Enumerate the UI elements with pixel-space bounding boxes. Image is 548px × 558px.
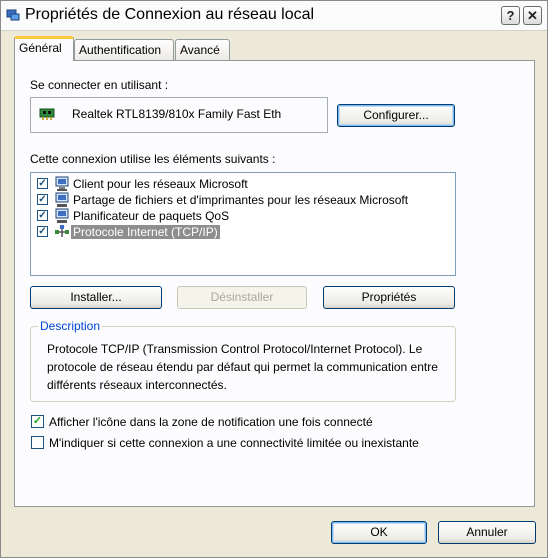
window-title: Propriétés de Connexion au réseau local <box>25 6 315 23</box>
cancel-button[interactable]: Annuler <box>438 521 536 544</box>
tab-authentication[interactable]: Authentification <box>74 39 174 60</box>
notify-limited-label: M'indiquer si cette connexion a une conn… <box>49 436 419 450</box>
properties-button[interactable]: Propriétés <box>323 286 455 309</box>
component-label: Planificateur de paquets QoS <box>73 209 230 223</box>
network-client-icon <box>55 176 69 191</box>
description-text: Protocole TCP/IP (Transmission Control P… <box>47 342 438 392</box>
protocol-icon <box>55 225 69 237</box>
close-button[interactable]: ✕ <box>523 6 542 25</box>
tab-advanced[interactable]: Avancé <box>175 39 230 60</box>
ok-button[interactable]: OK <box>331 521 427 544</box>
qos-scheduler-icon <box>55 208 69 223</box>
component-checkbox[interactable]: ✓ <box>37 210 48 221</box>
show-icon-label: Afficher l'icône dans la zone de notific… <box>49 415 373 429</box>
install-button[interactable]: Installer... <box>30 286 162 309</box>
description-title: Description <box>38 319 103 333</box>
components-label: Cette connexion utilise les éléments sui… <box>30 152 276 166</box>
uninstall-button[interactable]: Désinstaller <box>177 286 307 309</box>
component-label: Client pour les réseaux Microsoft <box>73 177 248 191</box>
component-label: Partage de fichiers et d'imprimantes pou… <box>73 193 409 207</box>
components-list[interactable]: ✓ Client pour les réseaux Microsoft ✓ Pa… <box>30 172 456 276</box>
component-checkbox[interactable]: ✓ <box>37 226 48 237</box>
properties-dialog: Propriétés de Connexion au réseau local … <box>0 0 548 558</box>
adapter-name: Realtek RTL8139/810x Family Fast Eth <box>72 107 282 121</box>
file-printer-sharing-icon <box>55 192 69 207</box>
configure-button[interactable]: Configurer... <box>337 104 455 127</box>
component-checkbox[interactable]: ✓ <box>37 178 48 189</box>
network-adapter-icon <box>39 108 55 120</box>
adapter-field: Realtek RTL8139/810x Family Fast Eth <box>30 97 328 133</box>
title-bar[interactable]: Propriétés de Connexion au réseau local … <box>1 1 547 31</box>
network-connection-icon <box>6 9 20 21</box>
tab-general[interactable]: Général <box>14 36 74 61</box>
component-checkbox[interactable]: ✓ <box>37 194 48 205</box>
connect-using-label: Se connecter en utilisant : <box>30 78 169 92</box>
notify-limited-checkbox[interactable] <box>31 436 44 449</box>
help-button[interactable]: ? <box>501 6 520 25</box>
component-label: Protocole Internet (TCP/IP) <box>71 225 220 239</box>
show-icon-checkbox[interactable]: ✓ <box>31 415 44 428</box>
